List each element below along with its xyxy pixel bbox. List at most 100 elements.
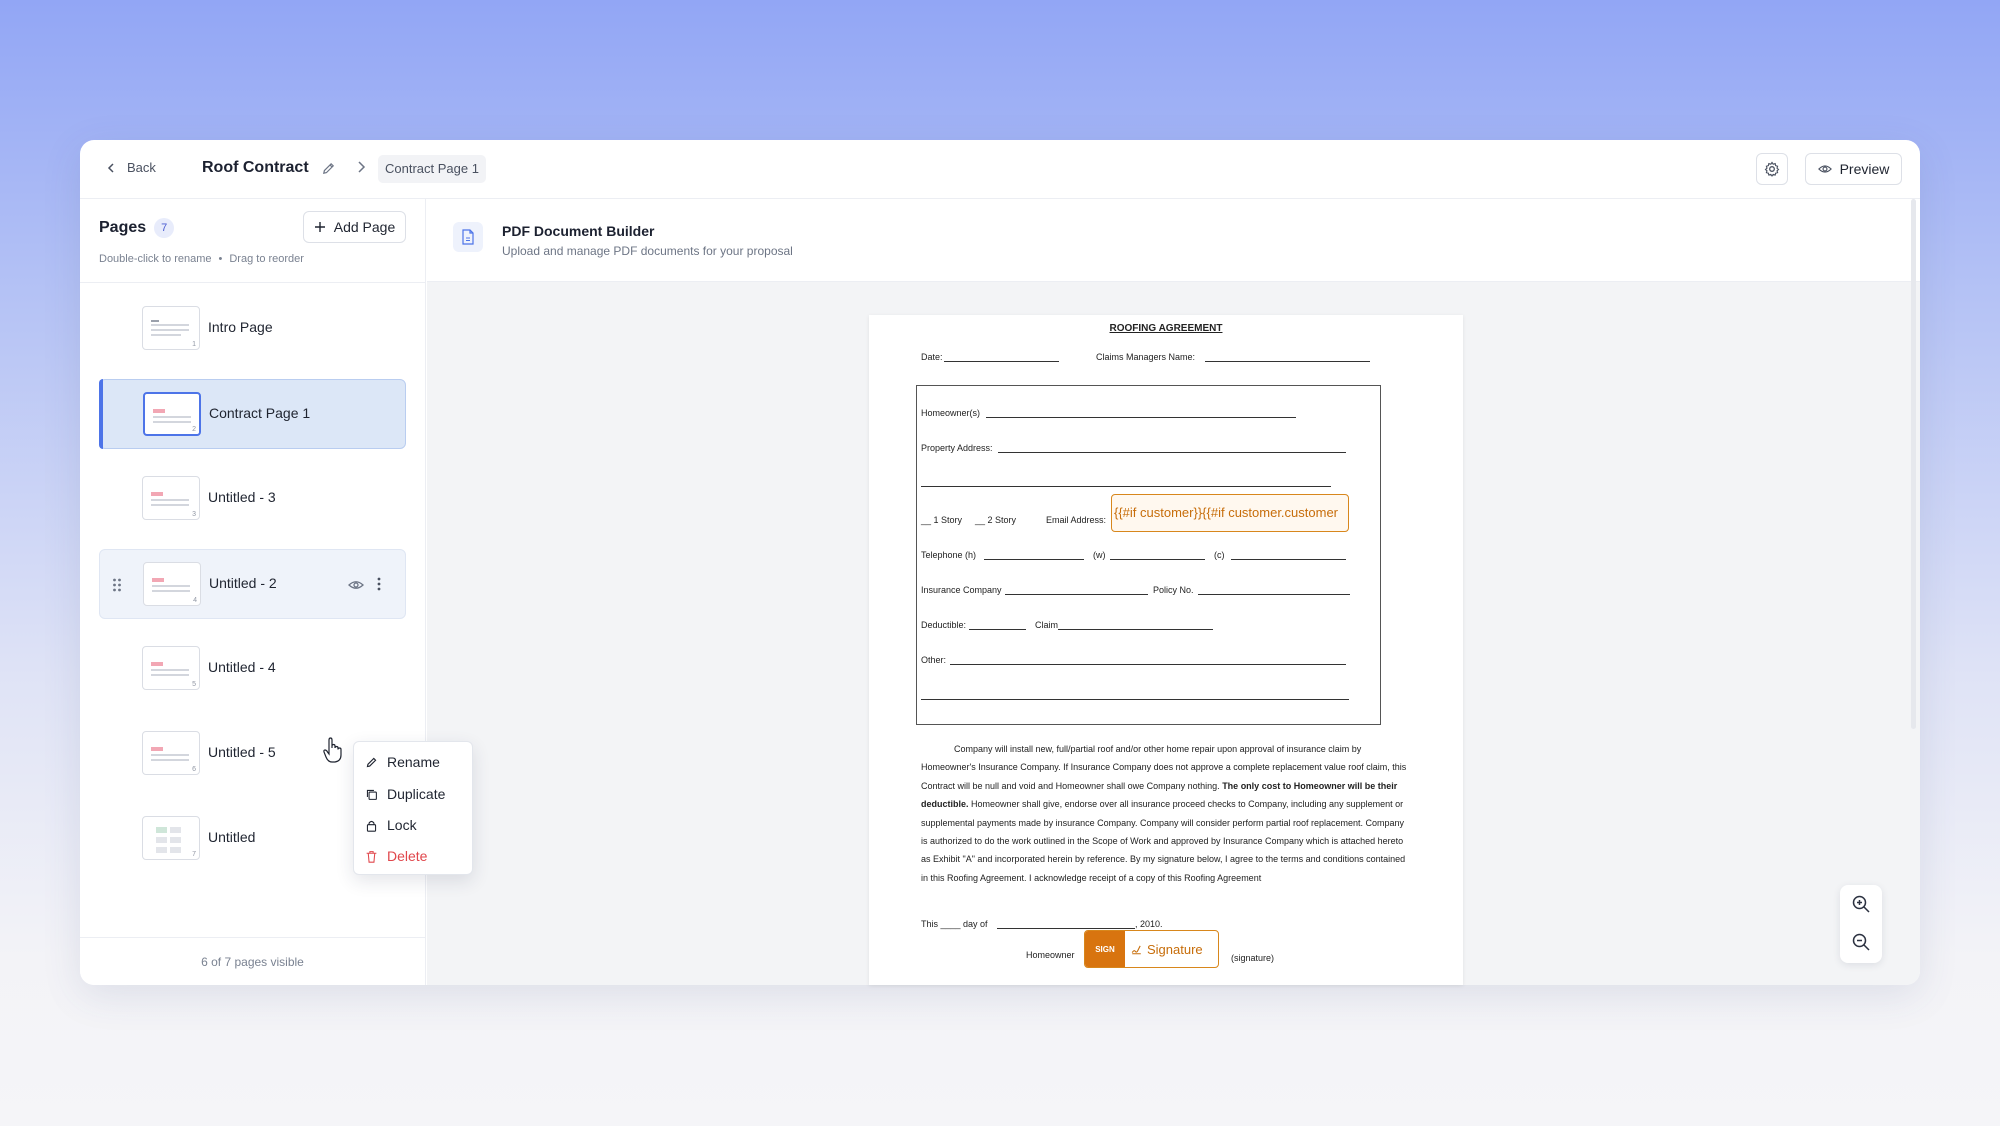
hand-cursor-icon — [323, 737, 342, 763]
hint-rename: Double-click to rename — [99, 253, 212, 265]
menu-item-delete[interactable]: Delete — [365, 848, 427, 864]
signature-suffix: (signature) — [1231, 953, 1275, 963]
claim-label: Claim — [1035, 620, 1059, 630]
property-address-label: Property Address: — [921, 443, 993, 453]
breadcrumb-current[interactable]: Contract Page 1 — [378, 155, 486, 183]
eye-icon[interactable] — [348, 578, 364, 592]
copy-icon — [366, 789, 377, 800]
builder-title: PDF Document Builder — [502, 223, 655, 239]
page-number: 4 — [193, 597, 197, 604]
file-icon — [462, 229, 474, 245]
page-item-untitled-2[interactable]: 4 Untitled - 2 — [99, 549, 406, 619]
pencil-icon[interactable] — [321, 161, 336, 176]
page-number: 3 — [192, 511, 196, 518]
policy-label: Policy No. — [1153, 585, 1194, 595]
this-day-label: This ____ day of — [921, 919, 988, 929]
hint-bullet: • — [218, 253, 223, 265]
pages-title: Pages — [99, 219, 147, 236]
page-thumbnail: 5 — [142, 646, 200, 690]
drag-handle-icon[interactable] — [112, 577, 122, 593]
page-number: 2 — [192, 426, 196, 433]
page-number: 5 — [192, 681, 196, 688]
divider — [80, 282, 425, 283]
pages-count-badge: 7 — [154, 218, 175, 238]
more-vertical-icon[interactable] — [376, 576, 382, 592]
homeowner-label: Homeowner(s) — [921, 408, 981, 418]
chevron-left-icon — [107, 162, 114, 173]
settings-button[interactable] — [1756, 153, 1788, 185]
zoom-in-icon[interactable] — [1851, 894, 1871, 914]
zoom-out-icon[interactable] — [1851, 932, 1871, 952]
other-label: Other: — [921, 655, 947, 665]
menu-item-rename[interactable]: Rename — [365, 754, 440, 770]
page-thumbnail: 1 — [142, 306, 200, 350]
menu-item-label: Duplicate — [387, 786, 446, 802]
page-label: Untitled — [208, 829, 256, 845]
builder-subtitle: Upload and manage PDF documents for your… — [502, 244, 793, 258]
back-label: Back — [127, 160, 156, 175]
homeowner-info-box — [916, 385, 1381, 725]
pdf-page: ROOFING AGREEMENT Date: Claims Managers … — [869, 315, 1463, 985]
pages-header: Pages 7 — [99, 218, 175, 238]
signature-text: Signature — [1147, 941, 1203, 957]
homeowner-signature-label: Homeowner — [1026, 950, 1075, 960]
email-template-field[interactable]: {{#if customer}}{{#if customer.customer — [1111, 494, 1349, 532]
insurance-company-label: Insurance Company — [921, 585, 1002, 595]
two-story-option: __ 2 Story — [975, 515, 1017, 525]
email-label: Email Address: — [1046, 515, 1107, 525]
trash-icon — [366, 850, 377, 863]
paragraph-part-2: Homeowner shall give, endorse over all i… — [921, 799, 1406, 883]
document-title-text: Roof Contract — [202, 159, 309, 176]
signature-field-label: Signature — [1131, 942, 1203, 957]
preview-label: Preview — [1839, 161, 1890, 177]
page-label: Intro Page — [208, 319, 273, 335]
signature-icon — [1131, 945, 1141, 954]
menu-item-label: Delete — [387, 848, 428, 864]
pages-hint: Double-click to rename • Drag to reorder — [99, 253, 304, 265]
menu-item-duplicate[interactable]: Duplicate — [365, 786, 445, 802]
page-item-intro[interactable]: 1 Intro Page — [99, 294, 406, 364]
scrollbar[interactable] — [1911, 199, 1916, 729]
menu-item-lock[interactable]: Lock — [365, 817, 417, 833]
one-story-option: __ 1 Story — [921, 515, 963, 525]
signature-field[interactable]: SIGN Signature — [1084, 930, 1219, 968]
page-item-untitled-3[interactable]: 3 Untitled - 3 — [99, 464, 406, 534]
page-label: Untitled - 4 — [208, 659, 276, 675]
chevron-right-icon — [358, 161, 366, 173]
deductible-label: Deductible: — [921, 620, 967, 630]
back-button[interactable]: Back — [105, 160, 156, 175]
plus-icon — [314, 222, 325, 232]
zoom-controls — [1840, 885, 1882, 963]
preview-button[interactable]: Preview — [1805, 153, 1902, 185]
add-page-label: Add Page — [333, 219, 396, 235]
top-bar: Back Roof Contract Contract Page 1 Previ… — [80, 140, 1920, 199]
page-thumbnail: 4 — [143, 562, 201, 606]
page-thumbnail: 7 — [142, 816, 200, 860]
cell-phone-label: (c) — [1214, 550, 1225, 560]
page-label: Untitled - 3 — [208, 489, 276, 505]
add-page-button[interactable]: Add Page — [303, 211, 406, 243]
page-thumbnail: 3 — [142, 476, 200, 520]
telephone-label: Telephone (h) — [921, 550, 977, 560]
page-number: 7 — [192, 851, 196, 858]
page-label: Untitled - 2 — [209, 575, 277, 591]
page-number: 6 — [192, 766, 196, 773]
lock-icon — [366, 820, 377, 832]
page-item-contract-page-1[interactable]: 2 Contract Page 1 — [99, 379, 406, 449]
sign-tag: SIGN — [1085, 931, 1125, 967]
hint-reorder: Drag to reorder — [229, 253, 304, 265]
menu-item-label: Rename — [387, 754, 440, 770]
page-context-menu: Rename Duplicate Lock Delete — [353, 741, 473, 875]
page-label: Untitled - 5 — [208, 744, 276, 760]
claims-manager-label: Claims Managers Name: — [1096, 352, 1196, 362]
document-title[interactable]: Roof Contract — [202, 159, 336, 177]
page-thumbnail: 6 — [142, 731, 200, 775]
page-number: 1 — [192, 341, 196, 348]
document-heading: ROOFING AGREEMENT — [1109, 323, 1223, 334]
builder-header: PDF Document Builder Upload and manage P… — [427, 199, 1920, 282]
menu-item-label: Lock — [387, 817, 417, 833]
pencil-icon — [366, 757, 377, 767]
page-item-untitled-4[interactable]: 5 Untitled - 4 — [99, 634, 406, 704]
work-phone-label: (w) — [1093, 550, 1106, 560]
document-icon-badge — [453, 222, 483, 252]
